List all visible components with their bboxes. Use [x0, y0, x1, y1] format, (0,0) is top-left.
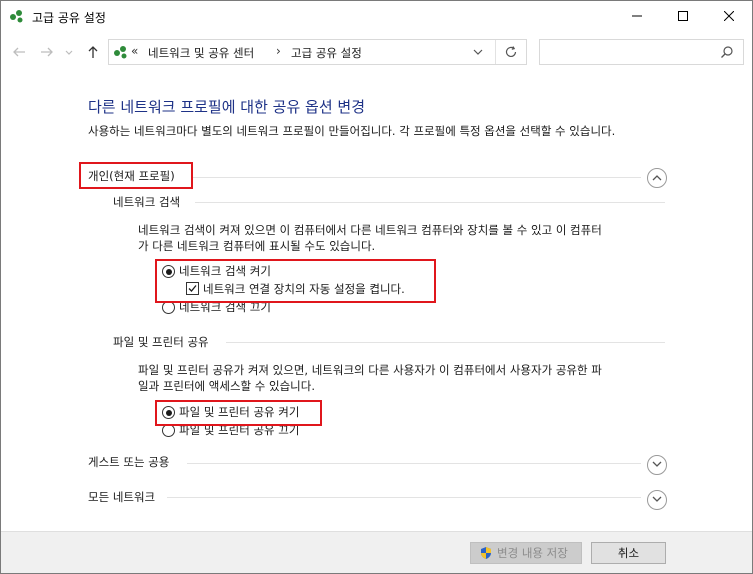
up-arrow-icon[interactable]	[85, 44, 101, 60]
description-line: 일과 프린터에 액세스할 수 있습니다.	[138, 379, 315, 393]
advanced-sharing-settings-window: 고급 공유 설정 « 네트워크 및 공유 센터 › 고급 공유 설정 다른 네트…	[0, 0, 753, 574]
page-intro: 사용하는 네트워크마다 별도의 네트워크 프로필이 만들어집니다. 각 프로필에…	[88, 124, 616, 138]
uac-shield-icon	[481, 547, 491, 559]
network-discovery-title: 네트워크 검색	[113, 195, 181, 209]
close-button[interactable]	[706, 1, 752, 31]
collapse-private-profile-button[interactable]	[647, 168, 667, 188]
minimize-icon	[632, 15, 642, 17]
breadcrumb-advanced-sharing[interactable]: 고급 공유 설정	[291, 45, 362, 61]
refresh-icon[interactable]	[504, 45, 518, 59]
chevron-down-icon	[652, 496, 662, 502]
guest-public-profile-label[interactable]: 게스트 또는 공용	[88, 454, 169, 470]
maximize-button[interactable]	[660, 1, 706, 31]
breadcrumb-network-sharing-center[interactable]: 네트워크 및 공유 센터	[148, 45, 254, 61]
all-networks-profile-label[interactable]: 모든 네트워크	[88, 489, 155, 505]
section-divider	[193, 177, 641, 178]
address-overflow-chevron[interactable]: «	[131, 44, 138, 58]
address-dropdown-chevron-icon[interactable]	[473, 47, 483, 57]
forward-arrow-icon[interactable]	[39, 44, 55, 60]
cancel-button[interactable]: 취소	[591, 542, 666, 564]
file-printer-sharing-description: 파일 및 프린터 공유가 켜져 있으면, 네트워크의 다른 사용자가 이 컴퓨터…	[138, 362, 602, 394]
description-line: 가 다른 네트워크 컴퓨터에 표시될 수도 있습니다.	[138, 239, 376, 253]
recent-locations-chevron-icon[interactable]	[63, 44, 75, 60]
subsection-divider	[195, 202, 665, 203]
search-input[interactable]	[544, 43, 718, 61]
network-sharing-icon	[10, 10, 23, 23]
chevron-down-icon	[652, 461, 662, 467]
close-icon	[724, 11, 734, 21]
description-line: 파일 및 프린터 공유가 켜져 있으면, 네트워크의 다른 사용자가 이 컴퓨터…	[138, 363, 602, 377]
highlight-box-private-profile	[79, 162, 193, 189]
network-discovery-description: 네트워크 검색이 켜져 있으면 이 컴퓨터에서 다른 네트워크 컴퓨터와 장치를…	[138, 222, 602, 254]
highlight-box-network-discovery	[155, 259, 436, 303]
back-arrow-icon[interactable]	[11, 44, 27, 60]
subsection-divider	[226, 342, 665, 343]
window-title: 고급 공유 설정	[32, 11, 106, 25]
address-bar[interactable]: « 네트워크 및 공유 센터 › 고급 공유 설정	[108, 39, 527, 65]
save-changes-button[interactable]: 변경 내용 저장	[470, 542, 582, 564]
highlight-box-file-sharing	[155, 400, 322, 426]
file-printer-sharing-title: 파일 및 프린터 공유	[113, 335, 209, 349]
navigation-bar: « 네트워크 및 공유 센터 › 고급 공유 설정	[1, 31, 752, 73]
minimize-button[interactable]	[614, 1, 660, 31]
search-box[interactable]	[539, 39, 744, 65]
dialog-footer: 변경 내용 저장 취소	[1, 531, 752, 573]
expand-guest-profile-button[interactable]	[647, 455, 667, 475]
maximize-icon	[678, 11, 688, 21]
title-bar: 고급 공유 설정	[1, 1, 752, 31]
section-divider	[167, 497, 641, 498]
chevron-up-icon	[652, 175, 662, 181]
address-divider	[495, 40, 496, 64]
section-divider	[187, 463, 641, 464]
page-heading: 다른 네트워크 프로필에 대한 공유 옵션 변경	[88, 98, 366, 116]
search-icon[interactable]	[720, 45, 734, 59]
network-sharing-icon	[114, 46, 127, 59]
description-line: 네트워크 검색이 켜져 있으면 이 컴퓨터에서 다른 네트워크 컴퓨터와 장치를…	[138, 223, 602, 237]
breadcrumb-separator[interactable]: ›	[276, 44, 281, 58]
save-changes-label: 변경 내용 저장	[497, 546, 568, 560]
expand-all-networks-button[interactable]	[647, 490, 667, 510]
